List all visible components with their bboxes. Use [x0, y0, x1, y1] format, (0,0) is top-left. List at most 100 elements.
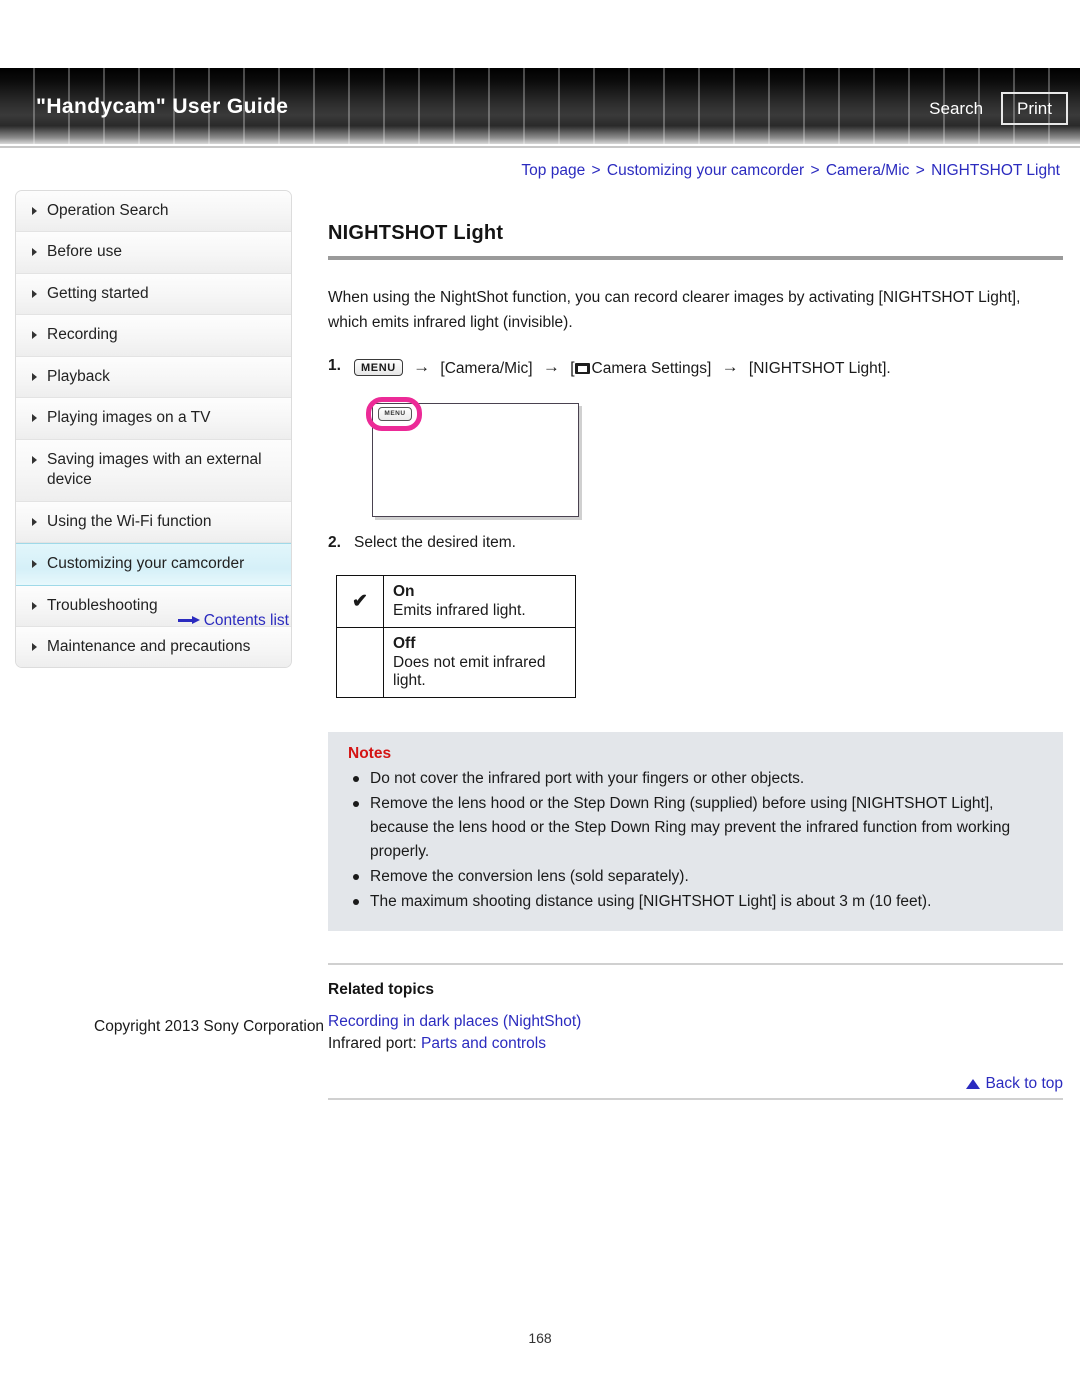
- sidebar-item-label: Before use: [47, 243, 122, 261]
- checkmark-icon: ✔: [336, 574, 384, 628]
- back-to-top-label: Back to top: [985, 1074, 1063, 1092]
- sidebar-item-label: Getting started: [47, 284, 149, 302]
- arrow-right-icon: [177, 616, 200, 625]
- option-name: On: [393, 582, 415, 600]
- list-item: Remove the lens hood or the Step Down Ri…: [348, 792, 1043, 864]
- step-2-number: 2.: [328, 533, 341, 551]
- sidebar-item-label: Operation Search: [47, 202, 169, 219]
- page-title: NIGHTSHOT Light: [328, 222, 504, 244]
- title-divider: [328, 256, 1063, 260]
- sidebar-item-saving-images-external-device[interactable]: Saving images with an external device: [16, 439, 291, 502]
- sidebar-item-operation-search[interactable]: Operation Search: [16, 191, 291, 233]
- camera-settings-icon: [574, 362, 590, 374]
- sidebar-item-label: Playback: [47, 367, 110, 385]
- sidebar-item-customizing-your-camcorder[interactable]: Customizing your camcorder: [16, 543, 291, 586]
- related-link-recording-dark-places[interactable]: Recording in dark places (NightShot): [328, 1013, 581, 1030]
- search-button[interactable]: Search: [921, 95, 991, 123]
- checkmark-placeholder: [336, 626, 384, 698]
- sidebar-item-label: Maintenance and precautions: [47, 637, 251, 655]
- step-1-part-camera-mic: [Camera/Mic]: [440, 359, 533, 377]
- page-number: 168: [528, 1330, 552, 1346]
- back-to-top-link[interactable]: Back to top: [328, 1075, 1063, 1093]
- breadcrumb-item-camera-mic[interactable]: Camera/Mic: [826, 162, 910, 179]
- chevron-right-icon: [32, 560, 37, 569]
- lcd-illustration: MENU: [364, 395, 579, 517]
- table-row[interactable]: ✔ On Emits infrared light.: [336, 574, 576, 628]
- list-item: The maximum shooting distance using [NIG…: [348, 890, 1043, 914]
- chevron-right-icon: [32, 601, 37, 610]
- intro-paragraph: When using the NightShot function, you c…: [328, 289, 1021, 331]
- related-line-prefix: Infrared port:: [328, 1034, 422, 1052]
- related-link-parts-and-controls[interactable]: Parts and controls: [421, 1035, 546, 1052]
- list-item: Do not cover the infrared port with your…: [348, 767, 1043, 791]
- chevron-right-icon: [32, 414, 37, 423]
- breadcrumb: Top page > Customizing your camcorder > …: [521, 162, 1060, 180]
- header-banner: "Handycam" User Guide Search Print: [0, 68, 1080, 144]
- header-divider: [0, 146, 1080, 148]
- related-topics-title: Related topics: [328, 980, 434, 998]
- related-topics-links: Recording in dark places (NightShot) Inf…: [328, 1011, 1063, 1055]
- sidebar-item-label: Using the Wi-Fi function: [47, 512, 212, 530]
- chevron-right-icon: [32, 331, 37, 340]
- sidebar-item-using-wifi-function[interactable]: Using the Wi-Fi function: [16, 501, 291, 544]
- sidebar-item-label: Customizing your camcorder: [47, 555, 245, 573]
- step-1-part-nightshot-light: [NIGHTSHOT Light].: [748, 359, 891, 377]
- related-topics-divider: [328, 962, 1063, 965]
- step-2-text: Select the desired item.: [354, 533, 516, 551]
- step-2: 2. Select the desired item.: [328, 531, 1063, 555]
- print-button[interactable]: Print: [1001, 92, 1068, 126]
- app-title: "Handycam" User Guide: [36, 95, 289, 118]
- step-1-bracket-open: [: [570, 359, 575, 377]
- option-cell-on: On Emits infrared light.: [383, 574, 576, 628]
- lcd-menu-button[interactable]: MENU: [378, 406, 412, 421]
- copyright-text: Copyright 2013 Sony Corporation: [94, 1018, 325, 1035]
- sidebar-item-label: Saving images with an external device: [47, 450, 262, 489]
- chevron-right-icon: [32, 642, 37, 651]
- contents-list-link[interactable]: Contents list: [15, 612, 292, 630]
- notes-title: Notes: [348, 744, 392, 762]
- table-row[interactable]: Off Does not emit infrared light.: [336, 626, 576, 698]
- breadcrumb-separator: >: [591, 162, 601, 179]
- contents-list-label: Contents list: [203, 612, 289, 629]
- chevron-right-icon: [32, 455, 37, 464]
- breadcrumb-separator: >: [915, 162, 925, 179]
- list-item: Remove the conversion lens (sold separat…: [348, 865, 1043, 889]
- notes-box: Notes Do not cover the infrared port wit…: [328, 731, 1063, 931]
- notes-list: Do not cover the infrared port with your…: [348, 767, 1043, 914]
- arrow-right-icon: →: [542, 356, 560, 376]
- chevron-right-icon: [32, 207, 37, 215]
- option-description: Emits infrared light.: [393, 601, 526, 619]
- triangle-up-icon: [966, 1078, 981, 1089]
- option-name: Off: [393, 634, 416, 652]
- breadcrumb-separator: >: [810, 162, 820, 179]
- sidebar-item-playing-images-on-a-tv[interactable]: Playing images on a TV: [16, 398, 291, 440]
- sidebar-item-label: Recording: [47, 326, 118, 344]
- arrow-right-icon: →: [721, 356, 739, 376]
- sidebar-item-playback[interactable]: Playback: [16, 356, 291, 399]
- step-1-body: MENU → [Camera/Mic] → [Camera Settings] …: [354, 354, 1063, 381]
- options-table: ✔ On Emits infrared light. Off Does not …: [336, 574, 576, 698]
- main-content: NIGHTSHOT Light When using the NightShot…: [328, 222, 1063, 1100]
- breadcrumb-item-top-page[interactable]: Top page: [521, 162, 585, 179]
- menu-button-icon: MENU: [354, 358, 403, 376]
- chevron-right-icon: [32, 372, 37, 381]
- step-1-part-camera-settings: Camera Settings]: [591, 359, 712, 377]
- header-actions: Search Print: [921, 92, 1068, 126]
- breadcrumb-item-customizing[interactable]: Customizing your camcorder: [607, 162, 804, 179]
- chevron-right-icon: [32, 289, 37, 298]
- sidebar-nav: Operation Search Before use Getting star…: [15, 190, 292, 669]
- sidebar-item-label: Playing images on a TV: [47, 409, 211, 427]
- footer-divider: [328, 1097, 1063, 1100]
- sidebar-item-recording[interactable]: Recording: [16, 315, 291, 357]
- chevron-right-icon: [32, 517, 37, 526]
- arrow-right-icon: →: [413, 356, 431, 376]
- sidebar-item-getting-started[interactable]: Getting started: [16, 273, 291, 316]
- option-cell-off: Off Does not emit infrared light.: [383, 626, 576, 698]
- breadcrumb-item-current: NIGHTSHOT Light: [931, 162, 1060, 179]
- step-1-number: 1.: [328, 356, 341, 374]
- chevron-right-icon: [32, 248, 37, 257]
- option-description: Does not emit infrared light.: [393, 653, 546, 689]
- step-1: 1. MENU → [Camera/Mic] → [ Camera Setting…: [328, 354, 1063, 381]
- sidebar-item-maintenance-and-precautions[interactable]: Maintenance and precautions: [16, 626, 291, 668]
- sidebar-item-before-use[interactable]: Before use: [16, 232, 291, 274]
